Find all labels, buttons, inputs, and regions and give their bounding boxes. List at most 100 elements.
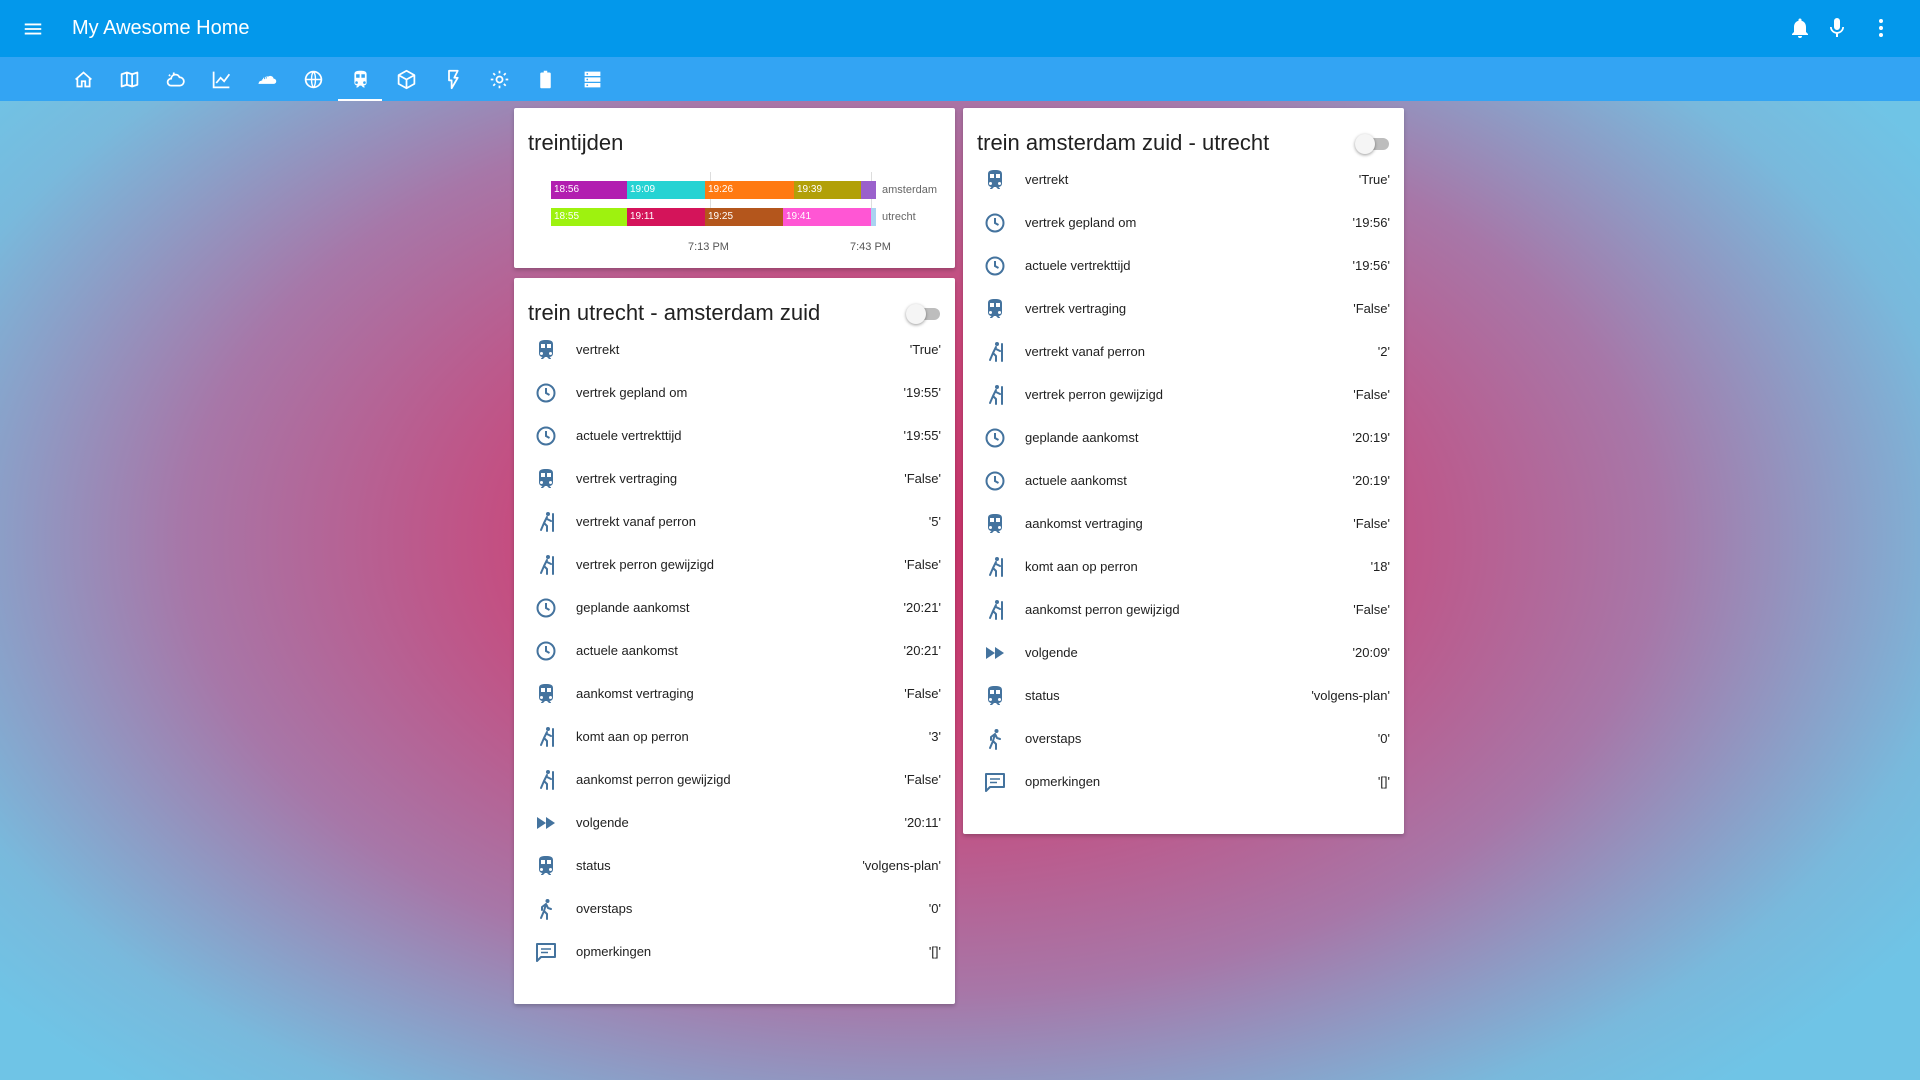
entity-value: 'False': [1353, 516, 1390, 531]
card-toggle[interactable]: [1355, 134, 1391, 154]
timeline-segment[interactable]: [861, 181, 876, 199]
timeline-row-label: utrecht: [882, 211, 916, 223]
fast-forward-icon: [983, 641, 1007, 665]
entity-row[interactable]: opmerkingen '[]': [514, 930, 955, 973]
entity-label: opmerkingen: [1025, 774, 1101, 789]
more-vert-icon[interactable]: [1869, 16, 1893, 40]
flash-icon[interactable]: [430, 57, 474, 101]
microphone-icon[interactable]: [1825, 16, 1849, 40]
menu-icon[interactable]: [22, 18, 44, 40]
timeline-card: treintijden 18:56 19:09 19:26 19:39 amst…: [514, 108, 955, 268]
timeline-axis-label: 7:43 PM: [850, 241, 891, 253]
entity-row[interactable]: geplande aankomst '20:19': [963, 416, 1404, 459]
timeline-segment[interactable]: 19:25: [705, 208, 783, 226]
entity-label: opmerkingen: [576, 944, 652, 959]
entity-row[interactable]: actuele aankomst '20:21': [514, 629, 955, 672]
clock-icon: [534, 424, 558, 448]
entity-row[interactable]: aankomst vertraging 'False': [514, 672, 955, 715]
clock-icon: [983, 211, 1007, 235]
entity-row[interactable]: aankomst perron gewijzigd 'False': [963, 588, 1404, 631]
entity-row[interactable]: aankomst vertraging 'False': [963, 502, 1404, 545]
platform-icon: [534, 768, 558, 792]
entity-row[interactable]: aankomst perron gewijzigd 'False': [514, 758, 955, 801]
entity-value: 'volgens-plan': [1311, 688, 1390, 703]
entity-value: 'False': [1353, 301, 1390, 316]
entity-row[interactable]: vertrekt 'True': [963, 158, 1404, 201]
bell-icon[interactable]: [1788, 16, 1812, 40]
entity-row[interactable]: actuele vertrekttijd '19:55': [514, 414, 955, 457]
clock-icon: [534, 596, 558, 620]
platform-icon: [534, 510, 558, 534]
entity-row[interactable]: vertrekt vanaf perron '5': [514, 500, 955, 543]
battery-icon[interactable]: [523, 57, 567, 101]
cloud-icon[interactable]: [245, 57, 289, 101]
chart-icon[interactable]: [199, 57, 243, 101]
timeline-segment[interactable]: 18:56: [551, 181, 627, 199]
walk-icon: [534, 897, 558, 921]
entity-row[interactable]: vertrek vertraging 'False': [963, 287, 1404, 330]
globe-icon[interactable]: [291, 57, 335, 101]
entity-row[interactable]: status 'volgens-plan': [963, 674, 1404, 717]
timeline-segment[interactable]: 19:26: [705, 181, 794, 199]
comment-icon: [983, 770, 1007, 794]
card-title: trein utrecht - amsterdam zuid: [528, 300, 821, 325]
entity-label: geplande aankomst: [1025, 430, 1139, 445]
entity-value: 'False': [904, 686, 941, 701]
train-icon: [534, 467, 558, 491]
entity-row[interactable]: vertrek perron gewijzigd 'False': [514, 543, 955, 586]
entity-row[interactable]: overstaps '0': [963, 717, 1404, 760]
entity-row[interactable]: overstaps '0': [514, 887, 955, 930]
entity-row[interactable]: status 'volgens-plan': [514, 844, 955, 887]
weather-icon[interactable]: [153, 57, 197, 101]
entity-value: '20:21': [903, 643, 942, 658]
timeline-segment[interactable]: 18:55: [551, 208, 627, 226]
train-icon[interactable]: [338, 57, 382, 101]
timeline-segment[interactable]: 19:41: [783, 208, 871, 226]
server-icon[interactable]: [570, 57, 614, 101]
entity-row[interactable]: vertrek gepland om '19:56': [963, 201, 1404, 244]
entity-value: '0': [928, 901, 941, 916]
entity-label: vertrekt vanaf perron: [576, 514, 696, 529]
entity-value: 'volgens-plan': [862, 858, 941, 873]
entity-label: aankomst perron gewijzigd: [1025, 602, 1180, 617]
entity-label: actuele aankomst: [1025, 473, 1127, 488]
entity-label: vertrek perron gewijzigd: [1025, 387, 1164, 402]
timeline-axis-label: 7:13 PM: [688, 241, 729, 253]
settings-icon[interactable]: [477, 57, 521, 101]
entity-value: '19:56': [1352, 215, 1391, 230]
entity-value: '2': [1377, 344, 1390, 359]
timeline-segment[interactable]: 19:39: [794, 181, 861, 199]
map-icon[interactable]: [107, 57, 151, 101]
timeline-segment[interactable]: 19:09: [627, 181, 705, 199]
entity-value: '20:19': [1352, 473, 1391, 488]
entity-row[interactable]: komt aan op perron '3': [514, 715, 955, 758]
entity-row[interactable]: opmerkingen '[]': [963, 760, 1404, 803]
entity-label: volgende: [1025, 645, 1078, 660]
home-icon[interactable]: [61, 57, 105, 101]
entity-row[interactable]: volgende '20:09': [963, 631, 1404, 674]
entity-value: '5': [928, 514, 941, 529]
entity-row[interactable]: geplande aankomst '20:21': [514, 586, 955, 629]
train-icon: [983, 168, 1007, 192]
timeline-segment[interactable]: [871, 208, 876, 226]
entity-row[interactable]: vertrek gepland om '19:55': [514, 371, 955, 414]
entity-row[interactable]: vertrekt 'True': [514, 328, 955, 371]
entity-row[interactable]: actuele vertrekttijd '19:56': [963, 244, 1404, 287]
entity-row[interactable]: vertrek vertraging 'False': [514, 457, 955, 500]
entity-row[interactable]: vertrek perron gewijzigd 'False': [963, 373, 1404, 416]
entity-label: status: [1025, 688, 1060, 703]
entity-row[interactable]: actuele aankomst '20:19': [963, 459, 1404, 502]
entity-label: vertrekt: [576, 342, 620, 357]
entity-row[interactable]: vertrekt vanaf perron '2': [963, 330, 1404, 373]
entity-row[interactable]: komt aan op perron '18': [963, 545, 1404, 588]
entity-value: 'False': [904, 471, 941, 486]
cube-icon[interactable]: [384, 57, 428, 101]
entity-row[interactable]: volgende '20:11': [514, 801, 955, 844]
entity-value: '3': [928, 729, 941, 744]
clock-icon: [534, 639, 558, 663]
card-toggle[interactable]: [906, 304, 942, 324]
entity-value: '[]': [1377, 774, 1390, 789]
train-icon: [534, 338, 558, 362]
timeline-segment[interactable]: 19:11: [627, 208, 705, 226]
timeline-title: treintijden: [528, 130, 624, 155]
